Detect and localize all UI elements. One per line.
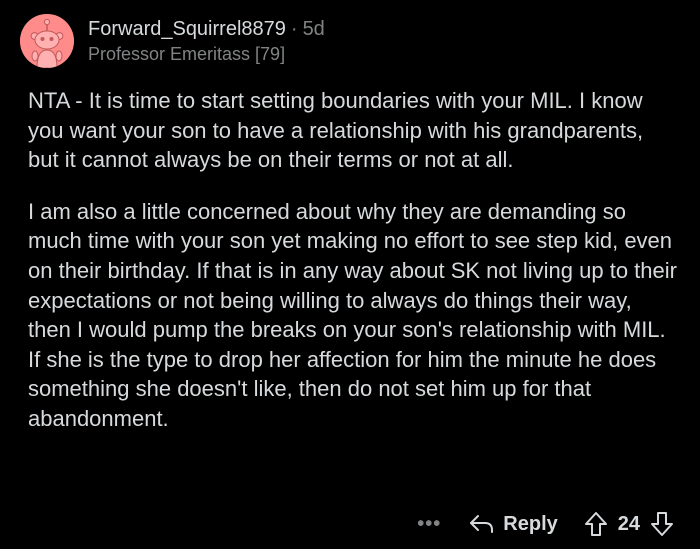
username-link[interactable]: Forward_Squirrel8879	[88, 18, 286, 40]
comment-header: Forward_Squirrel8879 · 5d Professor Emerit…	[20, 12, 680, 72]
reply-arrow-icon	[470, 515, 494, 533]
vote-score: 24	[617, 512, 640, 535]
meta-line: Forward_Squirrel8879 · 5d	[88, 16, 325, 42]
comment-meta: Forward_Squirrel8879 · 5d Professor Emerit…	[88, 16, 325, 66]
comment-actions: ••• Reply 24	[417, 506, 674, 542]
reply-label: Reply	[503, 512, 558, 535]
comment: Forward_Squirrel8879 · 5d Professor Emerit…	[0, 0, 700, 549]
comment-body: NTA - It is time to start setting bounda…	[28, 86, 678, 456]
upvote-arrow-icon[interactable]	[584, 511, 608, 537]
comment-paragraph: I am also a little concerned about why t…	[28, 198, 677, 431]
reply-button[interactable]: Reply	[469, 512, 558, 536]
vote-controls: 24	[584, 511, 674, 537]
comment-paragraph: NTA - It is time to start setting bounda…	[28, 88, 644, 173]
more-options-icon[interactable]: •••	[417, 513, 441, 536]
avatar[interactable]	[20, 14, 74, 68]
meta-separator: ·	[290, 18, 298, 40]
comment-age: 5d	[302, 18, 325, 40]
snoo-avatar-icon	[20, 14, 74, 68]
downvote-arrow-icon[interactable]	[650, 511, 674, 537]
user-flair: Professor Emeritass [79]	[88, 44, 286, 64]
